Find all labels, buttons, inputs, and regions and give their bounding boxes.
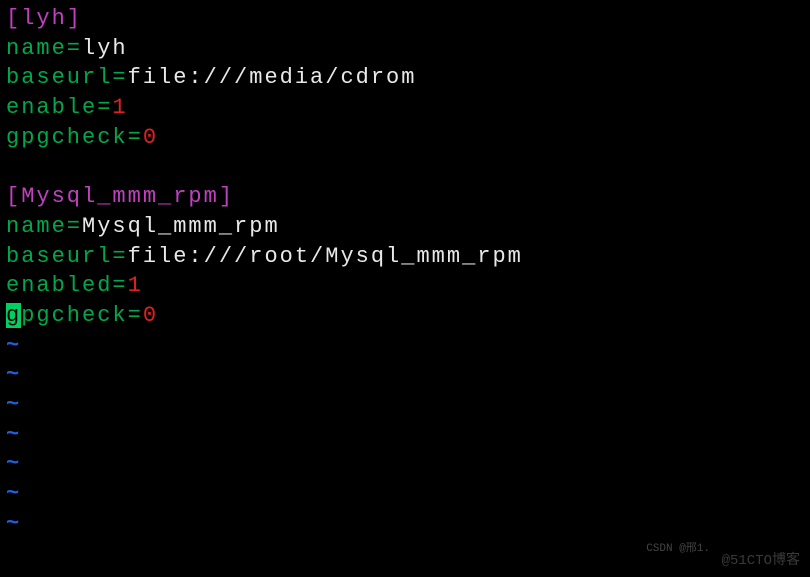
value-enabled: 1: [128, 273, 143, 298]
value-baseurl: file:///media/cdrom: [128, 65, 417, 90]
empty-line-tilde: ~: [6, 390, 804, 420]
empty-line-tilde: ~: [6, 360, 804, 390]
config-line: baseurl=file:///media/cdrom: [6, 63, 804, 93]
section-header-lyh: [lyh]: [6, 4, 804, 34]
section-bracket: [lyh]: [6, 6, 82, 31]
value-gpgcheck: 0: [143, 303, 158, 328]
key-enable: enable=: [6, 95, 112, 120]
key-name: name=: [6, 214, 82, 239]
value-baseurl: file:///root/Mysql_mmm_rpm: [128, 244, 523, 269]
config-line-cursor: gpgcheck=0: [6, 301, 804, 331]
config-line: name=Mysql_mmm_rpm: [6, 212, 804, 242]
config-line: baseurl=file:///root/Mysql_mmm_rpm: [6, 242, 804, 272]
key-name: name=: [6, 36, 82, 61]
watermark-csdn: CSDN @邢1.: [646, 542, 710, 557]
value-enable: 1: [112, 95, 127, 120]
key-baseurl: baseurl=: [6, 244, 128, 269]
blank-line: [6, 152, 804, 182]
watermark-51cto: @51CTO博客: [722, 552, 800, 571]
empty-line-tilde: ~: [6, 479, 804, 509]
value-name: lyh: [82, 36, 128, 61]
config-line: enable=1: [6, 93, 804, 123]
value-name: Mysql_mmm_rpm: [82, 214, 280, 239]
section-header-mysql: [Mysql_mmm_rpm]: [6, 182, 804, 212]
key-gpgcheck-rest: pgcheck=: [21, 303, 143, 328]
key-enabled: enabled=: [6, 273, 128, 298]
config-line: enabled=1: [6, 271, 804, 301]
value-gpgcheck: 0: [143, 125, 158, 150]
config-line: gpgcheck=0: [6, 123, 804, 153]
section-bracket: [Mysql_mmm_rpm]: [6, 184, 234, 209]
key-baseurl: baseurl=: [6, 65, 128, 90]
empty-line-tilde: ~: [6, 420, 804, 450]
empty-line-tilde: ~: [6, 331, 804, 361]
config-line: name=lyh: [6, 34, 804, 64]
empty-line-tilde: ~: [6, 509, 804, 539]
cursor: g: [6, 303, 21, 328]
empty-line-tilde: ~: [6, 449, 804, 479]
key-gpgcheck: gpgcheck=: [6, 125, 143, 150]
